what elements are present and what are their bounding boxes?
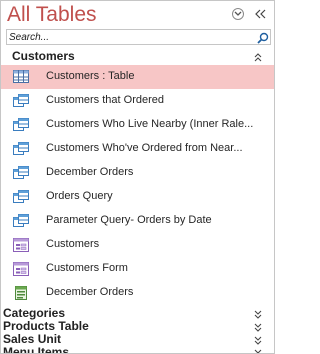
form-icon (13, 262, 29, 276)
chevron-down-double-icon[interactable] (254, 335, 262, 345)
nav-item-label: Customers Who've Ordered from Near... (46, 142, 243, 154)
chevron-down-double-icon[interactable] (254, 309, 262, 319)
query-icon (13, 94, 29, 108)
group-label: Customers (12, 49, 75, 63)
nav-item[interactable]: Parameter Query- Orders by Date (1, 209, 274, 233)
nav-item-label: Orders Query (46, 190, 113, 202)
group-label: Products Table (3, 319, 89, 333)
nav-item[interactable]: Customers Form (1, 257, 274, 281)
nav-item-label: Parameter Query- Orders by Date (46, 214, 212, 226)
nav-item[interactable]: Customers Who've Ordered from Near... (1, 137, 274, 161)
search-icon[interactable] (257, 31, 269, 44)
nav-item[interactable]: Customers Who Live Nearby (Inner Rale... (1, 113, 274, 137)
query-icon (13, 190, 29, 204)
chevron-down-double-icon[interactable] (254, 348, 262, 353)
pane-header[interactable]: All Tables (1, 1, 274, 31)
query-icon (13, 142, 29, 156)
form-icon (13, 238, 29, 252)
query-icon (13, 118, 29, 132)
report-icon (13, 286, 29, 300)
group-header-menu-items[interactable]: Menu Items (1, 345, 274, 354)
group-label: Sales Unit (3, 332, 62, 346)
nav-item[interactable]: December Orders (1, 281, 274, 305)
table-icon (13, 70, 29, 84)
query-icon (13, 166, 29, 180)
nav-item-label: Customers Who Live Nearby (Inner Rale... (46, 118, 254, 130)
pane-title[interactable]: All Tables (7, 3, 97, 27)
chevron-up-double-icon[interactable] (254, 52, 262, 62)
nav-item-label: Customers : Table (46, 70, 135, 82)
group-label: Categories (3, 306, 66, 320)
search-input[interactable] (7, 30, 249, 44)
group-label: Menu Items (3, 345, 70, 354)
pane-menu-dropdown-icon[interactable] (232, 8, 244, 20)
nav-item-label: Customers (46, 238, 100, 250)
search-box[interactable] (6, 29, 271, 45)
navigation-pane: All Tables Customers Customers : Table C… (0, 0, 275, 354)
nav-item[interactable]: Orders Query (1, 185, 274, 209)
nav-item-label: December Orders (46, 166, 134, 178)
nav-item-label: December Orders (46, 286, 134, 298)
nav-item[interactable]: Customers (1, 233, 274, 257)
nav-item-label: Customers that Ordered (46, 94, 164, 106)
nav-item[interactable]: Customers that Ordered (1, 89, 274, 113)
nav-item[interactable]: December Orders (1, 161, 274, 185)
nav-item-label: Customers Form (46, 262, 128, 274)
query-icon (13, 214, 29, 228)
group-header-customers[interactable]: Customers (1, 49, 274, 65)
collapse-pane-icon[interactable] (253, 6, 269, 22)
chevron-down-double-icon[interactable] (254, 322, 262, 332)
nav-item[interactable]: Customers : Table (1, 65, 274, 89)
